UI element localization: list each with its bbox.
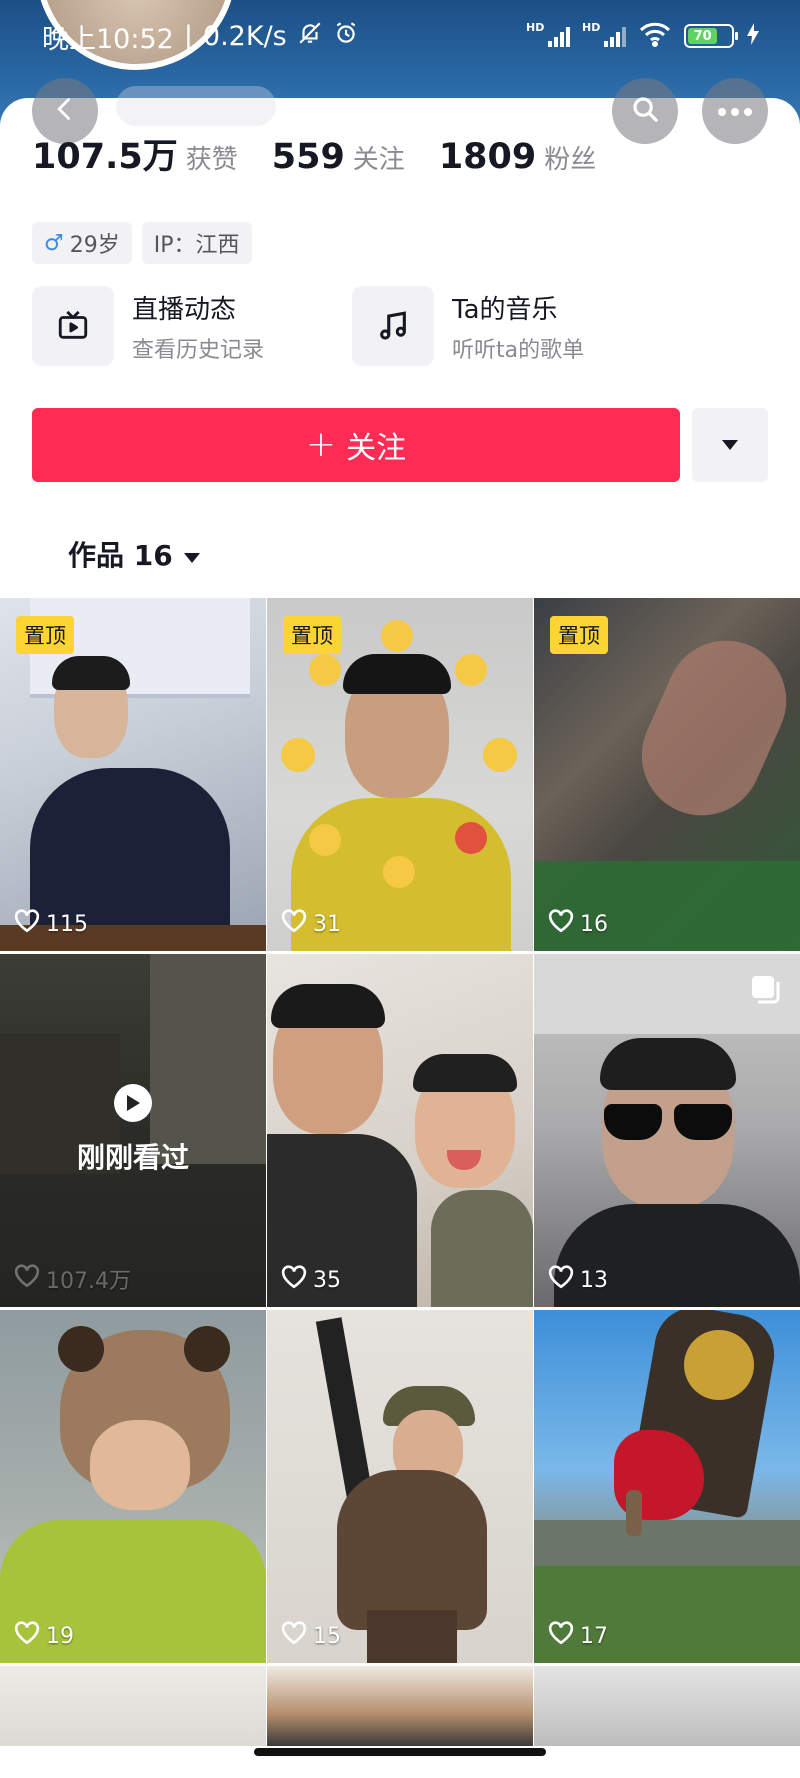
shortcut-subtitle: 查看历史记录	[132, 337, 265, 363]
profile-stats: 107.5万 获赞 559 关注 1809 粉丝	[32, 128, 630, 179]
video-thumbnail[interactable]: 15	[267, 1310, 533, 1663]
like-count: 17	[548, 1621, 608, 1651]
gender-age-tag: ♂ 29岁	[32, 222, 132, 264]
video-grid: 置顶 115 置顶 31 置顶 16 刚刚看过 107.4万 35 13 19 …	[0, 598, 800, 1746]
tv-icon	[32, 286, 114, 366]
follow-label: 关注	[346, 431, 407, 466]
mute-bell-icon	[297, 20, 323, 53]
pinned-badge: 置顶	[16, 616, 74, 654]
like-count: 107.4万	[14, 1263, 131, 1295]
status-time: 晚上10:52	[42, 23, 174, 55]
plus-icon: +	[305, 424, 337, 465]
search-icon	[630, 94, 660, 128]
nickname-placeholder	[116, 86, 276, 126]
alarm-icon	[333, 20, 359, 53]
stat-label: 获赞	[185, 145, 238, 175]
like-count: 19	[14, 1621, 74, 1651]
works-tab-label: 作品 16	[68, 539, 173, 572]
pinned-badge: 置顶	[283, 616, 341, 654]
video-thumbnail[interactable]	[534, 1666, 800, 1746]
status-bar: 晚上10:52 | 0.2K/s HD HD 70	[0, 0, 800, 72]
shortcut-subtitle: 听听ta的歌单	[452, 337, 585, 363]
stat-value: 559	[271, 137, 345, 177]
multi-image-icon	[750, 974, 782, 1010]
battery-icon: 70	[684, 24, 738, 48]
status-divider: |	[183, 20, 193, 52]
video-thumbnail[interactable]: 置顶 115	[0, 598, 266, 951]
heart-icon	[281, 909, 307, 939]
live-history-shortcut[interactable]: 直播动态 查看历史记录	[32, 286, 352, 366]
stat-followers[interactable]: 1809 粉丝	[439, 137, 596, 177]
more-dots-icon	[717, 102, 753, 121]
recently-watched-overlay: 刚刚看过	[0, 1084, 266, 1176]
pinned-badge: 置顶	[550, 616, 608, 654]
like-count: 35	[281, 1265, 341, 1295]
tab-works[interactable]: 作品 16	[68, 534, 201, 574]
ip-location-tag: IP：江西	[141, 222, 252, 264]
heart-icon	[14, 1264, 40, 1294]
profile-tags: ♂ 29岁 IP：江西	[32, 222, 252, 264]
like-count: 16	[548, 909, 608, 939]
stat-label: 关注	[352, 145, 405, 175]
shortcut-title: Ta的音乐	[452, 294, 558, 325]
home-indicator[interactable]	[254, 1748, 546, 1756]
chevron-left-icon	[51, 95, 79, 127]
video-thumbnail[interactable]	[0, 1666, 266, 1746]
profile-shortcuts: 直播动态 查看历史记录 Ta的音乐 听听ta的歌单	[32, 286, 772, 366]
video-thumbnail[interactable]: 置顶 16	[534, 598, 800, 951]
music-note-icon	[352, 286, 434, 366]
like-count: 13	[548, 1265, 608, 1295]
video-thumbnail[interactable]: 17	[534, 1310, 800, 1663]
age-text: 29岁	[69, 233, 120, 258]
recently-watched-label: 刚刚看过	[76, 1141, 189, 1174]
stat-label: 粉丝	[544, 145, 597, 175]
heart-icon	[14, 1621, 40, 1651]
more-options-button[interactable]	[702, 78, 768, 144]
stat-value: 107.5万	[32, 137, 178, 177]
stat-value: 1809	[438, 137, 537, 177]
charging-icon	[746, 22, 760, 51]
stat-following[interactable]: 559 关注	[272, 137, 405, 177]
heart-icon	[14, 909, 40, 939]
heart-icon	[548, 1621, 574, 1651]
music-shortcut[interactable]: Ta的音乐 听听ta的歌单	[352, 286, 672, 366]
like-count: 115	[14, 909, 88, 939]
video-thumbnail[interactable]	[267, 1666, 533, 1746]
heart-icon	[281, 1621, 307, 1651]
status-net-speed: 0.2K/s	[202, 20, 287, 52]
stat-likes[interactable]: 107.5万 获赞	[32, 128, 238, 179]
wifi-icon	[638, 21, 672, 52]
like-count: 15	[281, 1621, 341, 1651]
video-thumbnail[interactable]: 置顶 31	[267, 598, 533, 951]
heart-icon	[281, 1265, 307, 1295]
video-thumbnail[interactable]: 35	[267, 954, 533, 1307]
male-icon: ♂	[44, 230, 64, 256]
heart-icon	[548, 909, 574, 939]
video-thumbnail-watched[interactable]: 刚刚看过 107.4万	[0, 954, 266, 1307]
play-icon	[114, 1084, 152, 1122]
video-thumbnail[interactable]: 19	[0, 1310, 266, 1663]
follow-row: + 关注	[32, 408, 768, 482]
ip-text: IP：江西	[153, 233, 240, 258]
caret-down-icon	[721, 436, 739, 455]
shortcut-title: 直播动态	[132, 294, 237, 325]
like-count: 31	[281, 909, 341, 939]
signal-icon: HD	[526, 21, 570, 47]
heart-icon	[548, 1265, 574, 1295]
caret-down-icon	[183, 538, 201, 571]
follow-dropdown-button[interactable]	[692, 408, 768, 482]
follow-button[interactable]: + 关注	[32, 408, 680, 482]
signal-icon-2: HD	[582, 21, 626, 47]
video-thumbnail[interactable]: 13	[534, 954, 800, 1307]
